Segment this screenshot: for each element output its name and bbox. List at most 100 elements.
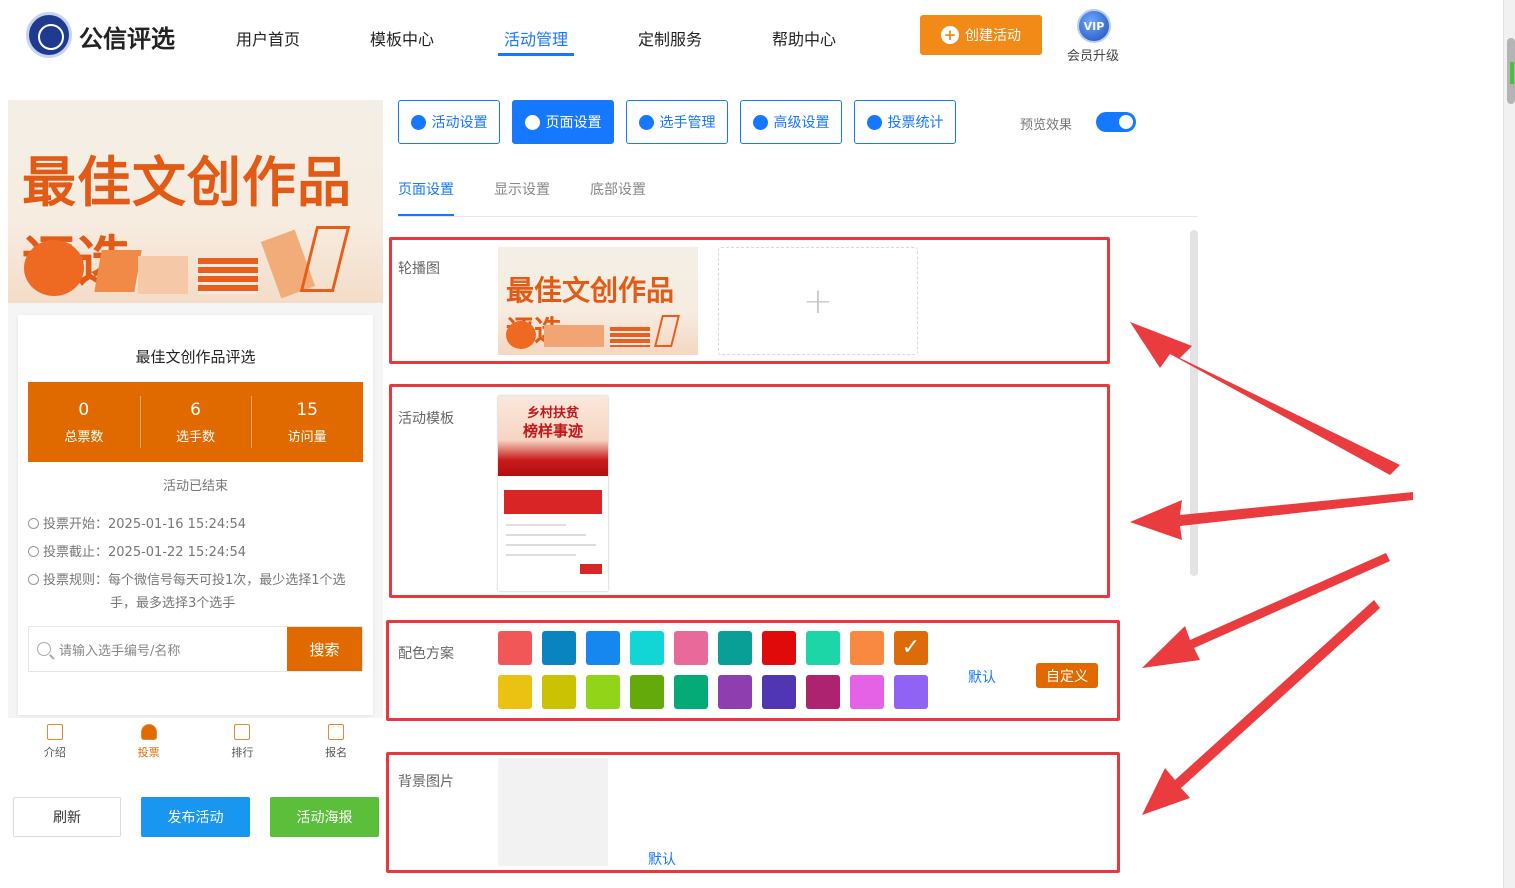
vote-start-text: 投票开始：2025-01-16 15:24:54 [43,517,247,532]
nav-active-indicator [498,53,574,56]
stat-label: 总票数 [64,429,104,445]
default-color-link[interactable]: 默认 [968,667,996,687]
tab-vote[interactable]: 投票 [102,718,196,766]
color-swatch[interactable] [894,675,928,709]
tab-ranking[interactable]: 排行 [196,718,290,766]
vote-statistics-button[interactable]: 投票统计 [854,100,956,144]
tab-signup[interactable]: 报名 [289,718,383,766]
color-swatch[interactable] [542,631,576,665]
template-text-line [506,534,586,536]
carousel-label: 轮播图 [398,261,440,277]
default-background-link[interactable]: 默认 [648,849,676,869]
color-swatch[interactable] [630,631,664,665]
template-thumbnail[interactable]: 乡村扶贫 榜样事迹 [498,396,608,591]
banner-decoration [24,240,84,296]
vote-end-text: 投票截止：2025-01-22 15:24:54 [43,545,247,560]
activity-poster-button[interactable]: 活动海报 [270,797,379,837]
page-scrollbar[interactable] [1503,0,1515,888]
arrow-to-background [1142,600,1380,815]
color-swatch[interactable] [806,675,840,709]
preview-toggle[interactable] [1096,112,1136,132]
color-swatch[interactable] [498,675,532,709]
banner-decoration [138,256,188,294]
stat-contestants: 6 选手数 [139,382,252,462]
nav-activity-management[interactable]: 活动管理 [504,26,568,50]
search-button[interactable]: 搜索 [287,627,362,671]
vote-rules-line1: 投票规则：每个微信号每天可投1次，最少选择1个选 [43,573,346,588]
gear-icon [524,114,540,130]
vote-end-time: 投票截止：2025-01-22 15:24:54 [28,541,246,560]
color-swatch[interactable] [542,675,576,709]
users-icon [638,114,654,130]
advanced-gear-icon [752,114,768,130]
user-icon [140,724,157,740]
contestant-management-button[interactable]: 选手管理 [626,100,728,144]
add-carousel-image-button[interactable]: + [718,247,918,355]
banner-decoration [94,250,142,292]
signup-icon [328,724,345,740]
vip-upgrade-link[interactable]: 会员升级 [1067,45,1119,64]
template-text-line [506,554,576,556]
tab-label: 介绍 [43,746,66,759]
create-activity-label: 创建活动 [965,28,1021,44]
color-swatch[interactable] [586,631,620,665]
button-label: 投票统计 [887,115,944,131]
advanced-settings-button[interactable]: 高级设置 [740,100,842,144]
tab-label: 排行 [231,746,254,759]
stat-value: 15 [296,399,318,420]
tab-intro[interactable]: 介绍 [8,718,102,766]
color-swatch[interactable] [762,631,796,665]
subtab-divider [398,216,1198,217]
background-image-thumbnail[interactable] [498,758,608,866]
carousel-image[interactable]: 最佳文创作品评选 [498,247,698,355]
preview-banner: 最佳文创作品评选 [8,100,383,303]
background-image-label: 背景图片 [398,774,454,790]
subtab-active-indicator [398,214,454,216]
color-swatch[interactable] [630,675,664,709]
create-activity-button[interactable]: + 创建活动 [920,15,1042,55]
template-text-line [506,544,596,546]
page-settings-button[interactable]: 页面设置 [512,100,614,144]
contestant-search: 请输入选手编号/名称 搜索 [28,626,363,672]
color-swatch[interactable] [674,631,708,665]
clock-icon [28,518,39,529]
stat-total-votes: 0 总票数 [28,382,140,462]
color-swatch[interactable] [806,631,840,665]
template-text-line [506,524,566,526]
banner-decoration [198,258,258,294]
nav-templates[interactable]: 模板中心 [370,26,434,50]
star-icon [410,114,426,130]
color-swatch[interactable] [674,675,708,709]
template-search-button [580,564,602,574]
publish-activity-button[interactable]: 发布活动 [141,797,250,837]
nav-custom-service[interactable]: 定制服务 [638,26,702,50]
color-scheme-label: 配色方案 [398,646,454,662]
refresh-button[interactable]: 刷新 [13,797,121,837]
color-swatch[interactable] [718,675,752,709]
activity-settings-button[interactable]: 活动设置 [398,100,500,144]
nav-help[interactable]: 帮助中心 [772,26,836,50]
tab-label: 投票 [137,746,160,759]
activity-title: 最佳文创作品评选 [135,348,256,366]
tab-label: 报名 [325,746,348,759]
color-swatch[interactable] [850,631,884,665]
custom-color-button[interactable]: 自定义 [1036,663,1098,688]
color-swatch[interactable] [850,675,884,709]
subtab-footer-settings[interactable]: 底部设置 [590,179,646,199]
button-label: 页面设置 [545,115,602,131]
color-swatch[interactable] [586,675,620,709]
ranking-icon [234,724,251,740]
preview-toggle-label: 预览效果 [1020,118,1073,133]
color-swatch[interactable] [498,631,532,665]
color-swatch-selected[interactable]: ✓ [894,631,928,665]
color-swatch[interactable] [718,631,752,665]
subtab-display-settings[interactable]: 显示设置 [494,179,550,199]
nav-home[interactable]: 用户首页 [236,26,300,50]
vip-icon[interactable]: VIP [1077,9,1111,43]
search-input[interactable]: 请输入选手编号/名称 [29,627,287,671]
color-swatch[interactable] [762,675,796,709]
carousel-decoration [544,325,604,347]
stat-visits: 15 访问量 [251,382,363,462]
preview-tabbar: 介绍 投票 排行 报名 [8,718,383,766]
subtab-page-settings[interactable]: 页面设置 [398,179,454,199]
